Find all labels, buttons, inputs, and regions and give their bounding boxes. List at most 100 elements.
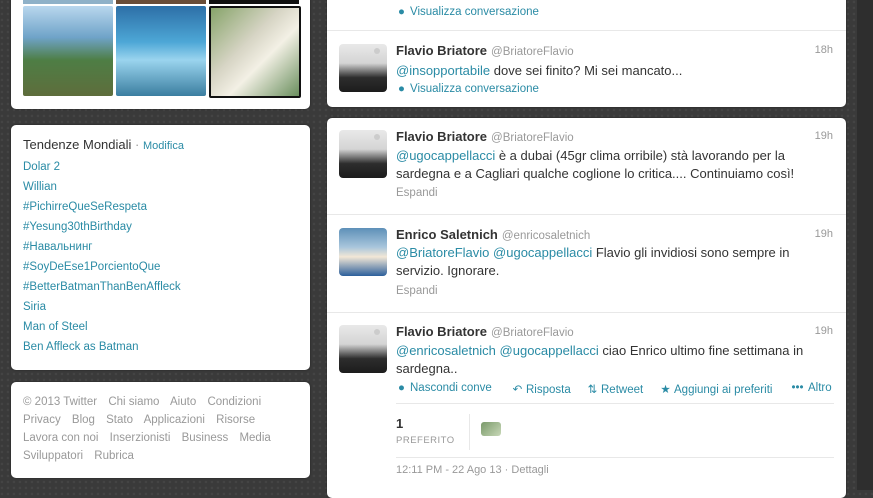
tweet-card-top: ● Visualizza conversazione Flavio Briator… bbox=[327, 0, 846, 107]
trend-item[interactable]: Man of Steel bbox=[23, 321, 88, 333]
more-button[interactable]: ••• Altro bbox=[790, 382, 832, 394]
tweet-author[interactable]: Flavio Briatore @BriatoreFlavio bbox=[396, 129, 574, 144]
trend-item[interactable]: Dolar 2 bbox=[23, 161, 60, 173]
trends-panel: Tendenze Mondiali · Modifica Dolar 2 Wil… bbox=[11, 125, 310, 370]
author-name: Enrico Saletnich bbox=[396, 227, 498, 242]
reply-icon: ↶ bbox=[512, 384, 523, 396]
view-conversation-label: Visualizza conversazione bbox=[410, 6, 539, 18]
footer-link[interactable]: Business bbox=[182, 432, 229, 444]
favorites-count[interactable]: 1 bbox=[396, 416, 403, 431]
footer-link[interactable]: Sviluppatori bbox=[23, 450, 83, 462]
photo-dinner[interactable] bbox=[209, 6, 301, 98]
trend-item[interactable]: #PichirreQueSeRespeta bbox=[23, 201, 147, 213]
reply-label: Risposta bbox=[526, 384, 571, 396]
avatar-badge-icon bbox=[374, 48, 380, 54]
speech-bubble-icon: ● bbox=[398, 382, 405, 394]
author-handle: @enricosaletnich bbox=[501, 230, 591, 242]
footer-link[interactable]: Risorse bbox=[216, 414, 255, 426]
divider bbox=[396, 403, 834, 404]
photo-strip-top bbox=[23, 0, 113, 4]
trend-item[interactable]: Willian bbox=[23, 181, 57, 193]
footer-link[interactable]: Blog bbox=[72, 414, 95, 426]
mention-link[interactable]: @insopportabile bbox=[396, 63, 490, 78]
trend-item[interactable]: Ben Affleck as Batman bbox=[23, 341, 139, 353]
details-link[interactable]: Dettagli bbox=[511, 464, 548, 476]
mention-link[interactable]: @ugocappellacci bbox=[493, 245, 592, 260]
mention-link[interactable]: @ugocappellacci bbox=[500, 343, 599, 358]
divider bbox=[396, 457, 834, 458]
tweet-text: @ugocappellacci è a dubai (45gr clima or… bbox=[396, 147, 834, 183]
trend-item[interactable]: #BetterBatmanThanBenAffleck bbox=[23, 281, 181, 293]
mention-link[interactable]: @BriatoreFlavio bbox=[396, 245, 489, 260]
trend-item[interactable]: #SoyDeEse1PorcientoQue bbox=[23, 261, 160, 273]
retweet-label: Retweet bbox=[601, 384, 644, 396]
trends-separator: · bbox=[135, 137, 140, 152]
author-handle: @BriatoreFlavio bbox=[491, 327, 574, 339]
footer-link[interactable]: Privacy bbox=[23, 414, 61, 426]
tweet-timestamp[interactable]: 12:11 PM - 22 Ago 13 bbox=[396, 464, 502, 476]
footer-link[interactable]: Rubrica bbox=[94, 450, 134, 462]
trends-edit-link[interactable]: Modifica bbox=[143, 140, 184, 152]
favoriter-avatar[interactable] bbox=[481, 422, 501, 436]
more-label: Altro bbox=[808, 382, 832, 394]
tweet-time[interactable]: 19h bbox=[815, 325, 833, 337]
trend-item[interactable]: #Yesung30thBirthday bbox=[23, 221, 132, 233]
hide-conversation-link[interactable]: ● Nascondi conve bbox=[396, 382, 500, 394]
tweet-author[interactable]: Flavio Briatore @BriatoreFlavio bbox=[396, 43, 574, 58]
tweet-timestamp-row: 12:11 PM - 22 Ago 13 · Dettagli bbox=[396, 464, 549, 476]
footer-link[interactable]: Applicazioni bbox=[144, 414, 205, 426]
expand-link[interactable]: Espandi bbox=[396, 187, 438, 199]
photo-strip-top bbox=[209, 0, 299, 4]
trend-item[interactable]: Siria bbox=[23, 301, 46, 313]
footer-link[interactable]: Media bbox=[239, 432, 270, 444]
speech-bubble-icon: ● bbox=[398, 6, 405, 18]
author-name: Flavio Briatore bbox=[396, 129, 488, 144]
footer-link[interactable]: Lavora con noi bbox=[23, 432, 98, 444]
photo-coast[interactable] bbox=[23, 6, 113, 96]
page-gutter bbox=[857, 0, 873, 490]
footer-link[interactable]: Stato bbox=[106, 414, 133, 426]
mention-link[interactable]: @ugocappellacci bbox=[396, 148, 495, 163]
footer-copyright: © 2013 Twitter bbox=[23, 396, 98, 408]
footer-link[interactable]: Condizioni bbox=[207, 396, 261, 408]
tweet-author[interactable]: Enrico Saletnich @enricosaletnich bbox=[396, 227, 590, 242]
tweet-text: @insopportabile dove sei finito? Mi sei … bbox=[396, 62, 834, 80]
author-handle: @BriatoreFlavio bbox=[491, 132, 574, 144]
speech-bubble-icon: ● bbox=[398, 83, 405, 95]
avatar-badge-icon bbox=[374, 134, 380, 140]
footer-link[interactable]: Inserzionisti bbox=[110, 432, 171, 444]
divider bbox=[327, 214, 846, 215]
footer-link[interactable]: Aiuto bbox=[170, 396, 196, 408]
tweet-text: @BriatoreFlavio @ugocappellacci Flavio g… bbox=[396, 244, 834, 280]
photo-boats[interactable] bbox=[116, 6, 206, 96]
conversation-card: Flavio Briatore @BriatoreFlavio 19h @ugoc… bbox=[327, 118, 846, 498]
footer-row: Privacy Blog Stato Applicazioni Risorse bbox=[23, 414, 263, 426]
favorites-label: PREFERITO bbox=[396, 435, 455, 446]
trends-title: Tendenze Mondiali bbox=[23, 137, 132, 152]
favorite-label: Aggiungi ai preferiti bbox=[674, 384, 773, 396]
expand-link[interactable]: Espandi bbox=[396, 285, 438, 297]
avatar-badge-icon bbox=[374, 329, 380, 335]
avatar[interactable] bbox=[339, 228, 387, 276]
view-conversation-link[interactable]: ● Visualizza conversazione bbox=[396, 6, 539, 18]
favorite-button[interactable]: ★ Aggiungi ai preferiti bbox=[660, 382, 772, 396]
tweet-time[interactable]: 19h bbox=[815, 228, 833, 240]
retweet-icon: ⇅ bbox=[587, 384, 598, 396]
footer-links: © 2013 Twitter Chi siamo Aiuto Condizion… bbox=[11, 382, 310, 478]
retweet-button[interactable]: ⇅ Retweet bbox=[587, 382, 644, 396]
tweet-time[interactable]: 18h bbox=[815, 44, 833, 56]
photo-gallery bbox=[11, 0, 310, 109]
trend-item[interactable]: #Навальнинг bbox=[23, 241, 93, 253]
footer-link[interactable]: Chi siamo bbox=[108, 396, 159, 408]
view-conversation-link[interactable]: ● Visualizza conversazione bbox=[396, 83, 539, 95]
divider bbox=[327, 30, 846, 31]
tweet-time[interactable]: 19h bbox=[815, 130, 833, 142]
mention-link[interactable]: @enricosaletnich bbox=[396, 343, 496, 358]
author-handle: @BriatoreFlavio bbox=[491, 46, 574, 58]
footer-row: © 2013 Twitter Chi siamo Aiuto Condizion… bbox=[23, 396, 269, 408]
tweet-author[interactable]: Flavio Briatore @BriatoreFlavio bbox=[396, 324, 574, 339]
footer-row: Lavora con noi Inserzionisti Business Me… bbox=[23, 432, 279, 444]
view-conversation-label: Visualizza conversazione bbox=[410, 83, 539, 95]
stats-divider bbox=[469, 414, 470, 450]
reply-button[interactable]: ↶ Risposta bbox=[512, 382, 571, 396]
